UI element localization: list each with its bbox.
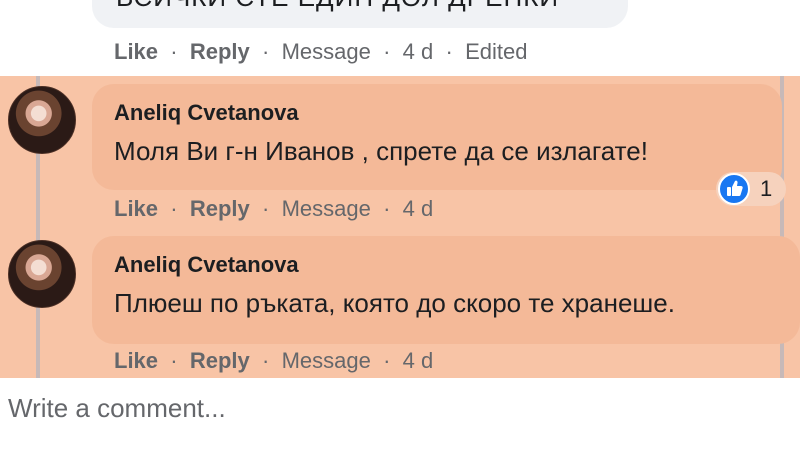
like-link[interactable]: Like (114, 39, 158, 65)
comment-text: Моля Ви г-н Иванов , спрете да се излага… (114, 136, 648, 166)
reply-link[interactable]: Reply (190, 196, 250, 222)
thumbs-up-icon-graphic (727, 180, 743, 196)
edited-label: Edited (465, 39, 528, 64)
comment-actions: Like · Reply · Message · 4 d (114, 196, 433, 222)
avatar[interactable] (8, 86, 76, 154)
separator-dot: · (255, 348, 276, 373)
comment-time[interactable]: 4 d (403, 348, 434, 374)
comment-composer (0, 378, 800, 449)
comment-text: ВСИЧКИ СТЕ ЕДИН ДОЛ ДРЕНКИ (116, 0, 559, 13)
comment-bubble: Aneliq Cvetanova Плюеш по ръката, която … (92, 236, 800, 344)
comment-time[interactable]: 4 d (403, 196, 434, 222)
reaction-badge[interactable]: 1 (716, 172, 786, 206)
separator-dot: · (164, 348, 184, 373)
comment-author[interactable]: Aneliq Cvetanova (114, 252, 299, 278)
separator-dot: · (376, 196, 397, 221)
message-link[interactable]: Message (282, 348, 371, 374)
separator-dot: · (376, 348, 397, 373)
like-link[interactable]: Like (114, 196, 158, 222)
separator-dot: · (376, 39, 397, 64)
separator-dot: · (255, 196, 276, 221)
separator-dot: · (164, 196, 184, 221)
previous-comment: ВСИЧКИ СТЕ ЕДИН ДОЛ ДРЕНКИ Like · Reply … (0, 0, 800, 76)
comment-time[interactable]: 4 d (403, 39, 434, 65)
comment-actions: Like · Reply · Message · 4 d (114, 348, 433, 374)
thumbs-up-icon (718, 173, 750, 205)
comment-bubble: ВСИЧКИ СТЕ ЕДИН ДОЛ ДРЕНКИ (92, 0, 628, 28)
reaction-count: 1 (760, 176, 773, 201)
comment-item: Aneliq Cvetanova Моля Ви г-н Иванов , сп… (0, 78, 800, 228)
reply-link[interactable]: Reply (190, 39, 250, 65)
avatar[interactable] (8, 240, 76, 308)
separator-dot: · (164, 39, 184, 64)
reply-link[interactable]: Reply (190, 348, 250, 374)
separator-dot: · (439, 39, 459, 64)
separator-dot: · (255, 39, 276, 64)
comment-actions: Like · Reply · Message · 4 d · Edited (114, 39, 527, 65)
comment-author[interactable]: Aneliq Cvetanova (114, 100, 299, 126)
message-link[interactable]: Message (282, 196, 371, 222)
like-link[interactable]: Like (114, 348, 158, 374)
comment-item: Aneliq Cvetanova Плюеш по ръката, която … (0, 232, 800, 378)
message-link[interactable]: Message (282, 39, 371, 65)
comment-bubble: Aneliq Cvetanova Моля Ви г-н Иванов , сп… (92, 84, 782, 190)
comment-text: Плюеш по ръката, която до скоро те хране… (114, 288, 675, 318)
comments-screenshot: ВСИЧКИ СТЕ ЕДИН ДОЛ ДРЕНКИ Like · Reply … (0, 0, 800, 449)
write-comment-input[interactable] (0, 378, 800, 438)
